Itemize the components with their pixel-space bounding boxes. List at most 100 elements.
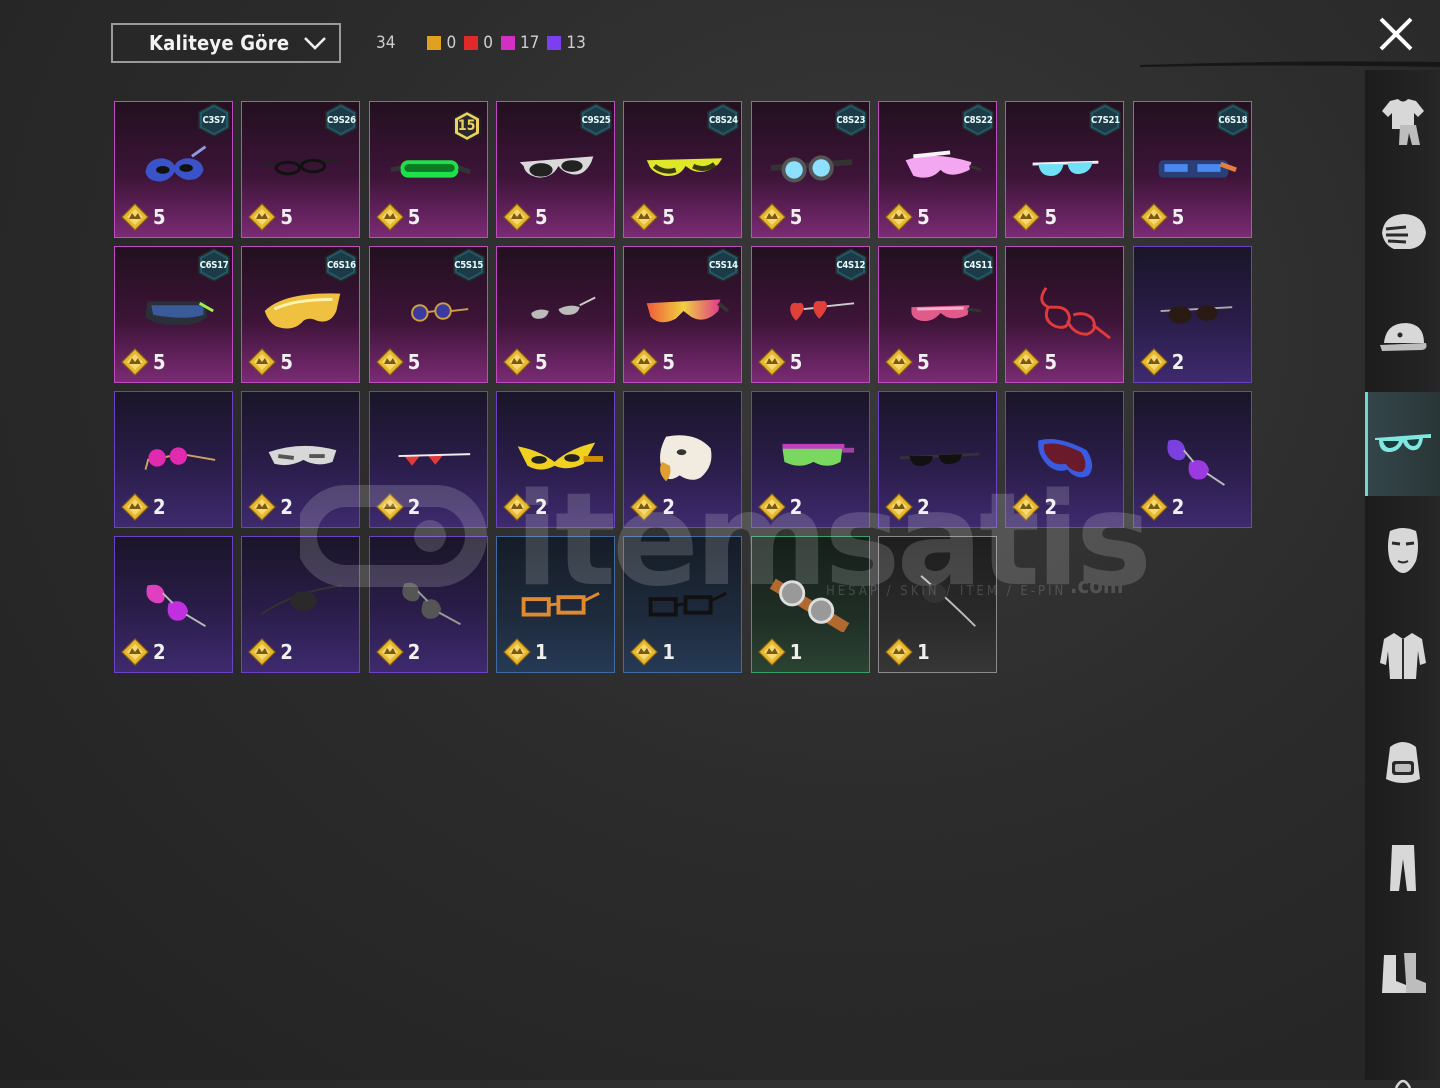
item-value-number: 2 — [1171, 350, 1185, 374]
item-card[interactable]: 2 — [114, 391, 233, 528]
item-card[interactable]: 2 — [1005, 391, 1125, 528]
tab-jacket[interactable] — [1365, 604, 1440, 708]
coin-icon — [375, 493, 404, 521]
item-value: 5 — [121, 348, 166, 376]
yellow-visor-glasses-icon — [647, 158, 723, 176]
item-value-number: 5 — [917, 205, 930, 229]
item-card[interactable]: 2 — [368, 391, 488, 528]
tab-boots[interactable] — [1365, 922, 1440, 1026]
sport-sunglasses-icon — [519, 156, 594, 178]
item-value-number: 5 — [917, 350, 930, 374]
season-badge: C6S18 — [1216, 103, 1250, 137]
sort-dropdown[interactable]: Kaliteye Göre — [111, 23, 341, 63]
item-card[interactable]: C7S21 5 — [1005, 101, 1125, 238]
season-badge: C5S15 — [452, 248, 486, 282]
item-value-number: 5 — [280, 350, 293, 374]
jacket-icon — [1379, 633, 1426, 679]
item-card[interactable]: 2 — [241, 536, 361, 673]
item-card[interactable]: 2 — [750, 391, 870, 528]
black-rect-glasses-icon — [649, 591, 728, 617]
item-card[interactable]: 15 5 — [368, 101, 488, 238]
item-card[interactable]: C6S16 5 — [241, 246, 361, 383]
item-card[interactable]: 2 — [1132, 246, 1252, 383]
season-badge: C6S16 — [324, 248, 358, 282]
season-badge-label: C8S24 — [709, 114, 738, 126]
item-card[interactable]: 2 — [114, 536, 233, 673]
coin-icon — [248, 203, 277, 231]
tab-face-mask[interactable] — [1365, 498, 1440, 602]
item-value-number: 2 — [153, 640, 166, 664]
item-value: 5 — [885, 348, 930, 376]
item-card[interactable]: 2 — [496, 391, 616, 528]
item-card[interactable]: 2 — [241, 391, 361, 528]
item-card[interactable]: 2 — [623, 391, 743, 528]
item-card[interactable]: C5S14 5 — [623, 246, 743, 383]
item-value: 5 — [885, 203, 930, 231]
item-value-number: 5 — [407, 205, 421, 229]
item-value: 1 — [757, 638, 802, 666]
glasses-icon — [1374, 434, 1431, 452]
item-value-number: 1 — [662, 640, 675, 664]
item-card[interactable]: 1 — [878, 536, 998, 673]
silver-visor-icon — [268, 445, 337, 466]
close-button[interactable] — [1376, 14, 1416, 54]
season-badge: C9S26 — [324, 103, 358, 137]
dark-round-glasses-icon — [1160, 305, 1233, 324]
item-card[interactable]: C8S23 5 — [750, 101, 870, 238]
item-card[interactable]: 1 — [623, 536, 743, 673]
season-badge-label: C6S18 — [1218, 114, 1248, 126]
item-card[interactable]: 1 — [496, 536, 616, 673]
season-badge: C8S24 — [706, 103, 740, 137]
quality-swatch — [547, 36, 562, 50]
item-card[interactable]: 1 — [750, 536, 870, 673]
item-card[interactable]: C6S17 5 — [114, 246, 233, 383]
masquerade-mask-icon — [145, 145, 207, 182]
item-value: 5 — [757, 203, 803, 231]
quality-swatch — [500, 36, 515, 50]
item-value: 5 — [1012, 348, 1057, 376]
backpack-icon — [1385, 742, 1420, 783]
item-value-number: 5 — [662, 205, 675, 229]
item-card[interactable]: 2 — [1132, 391, 1252, 528]
cyber-visor-icon — [145, 301, 214, 325]
item-card[interactable]: C5S15 5 — [368, 246, 488, 383]
coin-icon — [121, 638, 149, 666]
aviator-goggles-icon — [770, 155, 853, 183]
coin-icon — [121, 348, 149, 376]
helmet-mask-icon — [1381, 214, 1426, 249]
coin-icon — [885, 493, 913, 521]
tab-glasses[interactable] — [1365, 392, 1440, 496]
eye-patch-icon — [260, 584, 343, 616]
item-card[interactable]: C9S26 5 — [241, 101, 361, 238]
coin-icon — [375, 638, 404, 666]
item-value-number: 5 — [153, 205, 166, 229]
item-card[interactable]: C4S11 5 — [878, 246, 998, 383]
tab-cap[interactable] — [1365, 286, 1440, 390]
item-card[interactable]: C8S24 5 — [623, 101, 743, 238]
coin-icon — [757, 493, 786, 521]
season-badge: C4S12 — [834, 248, 868, 282]
coin-icon — [630, 493, 659, 521]
item-value-number: 5 — [789, 205, 803, 229]
item-card[interactable]: 2 — [368, 536, 488, 673]
tab-pants[interactable] — [1365, 816, 1440, 920]
item-value: 5 — [503, 203, 548, 231]
quality-count-pink: 17 — [500, 33, 539, 53]
tab-backpack[interactable] — [1365, 710, 1440, 814]
item-value-number: 2 — [280, 495, 293, 519]
item-card[interactable]: C9S25 5 — [496, 101, 616, 238]
coin-icon — [885, 203, 913, 231]
chevron-down-icon — [303, 35, 327, 51]
item-card[interactable]: C8S22 5 — [878, 101, 998, 238]
thin-glasses-icon — [261, 158, 341, 176]
item-card[interactable]: C6S18 5 — [1132, 101, 1252, 238]
item-card[interactable]: 5 — [496, 246, 616, 383]
item-card[interactable]: C3S7 5 — [114, 101, 233, 238]
season-badge: C3S7 — [197, 103, 231, 137]
tab-helmet[interactable] — [1365, 180, 1440, 284]
tab-more[interactable] — [1365, 1028, 1440, 1088]
item-card[interactable]: C4S12 5 — [750, 246, 870, 383]
item-card[interactable]: 2 — [878, 391, 998, 528]
tab-outfit[interactable] — [1365, 70, 1440, 174]
item-card[interactable]: 5 — [1005, 246, 1125, 383]
